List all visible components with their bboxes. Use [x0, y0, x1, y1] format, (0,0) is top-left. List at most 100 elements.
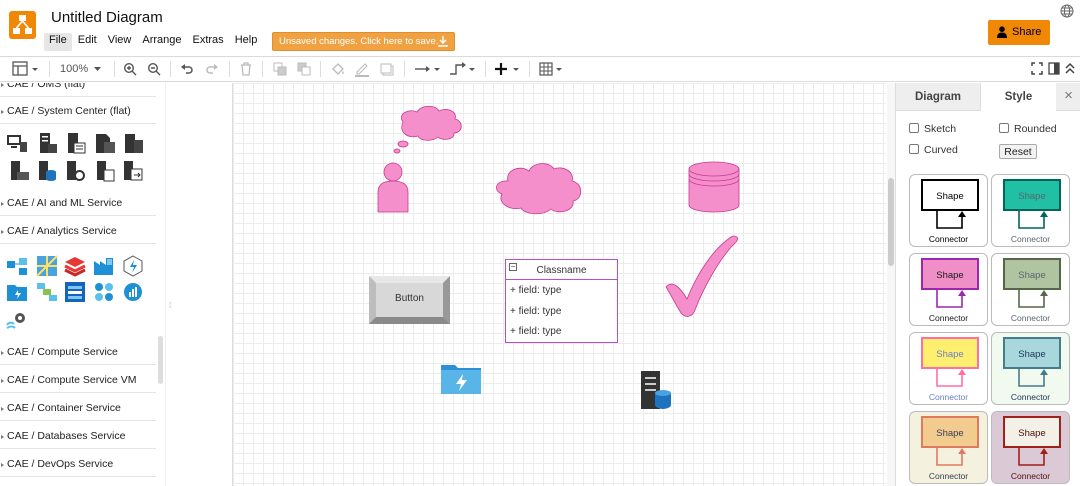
- thought-bubble-shape[interactable]: [391, 105, 469, 160]
- sketch-label: Sketch: [924, 123, 957, 135]
- style-preset-4[interactable]: Shape Connector: [991, 253, 1070, 326]
- reset-button[interactable]: Reset: [999, 144, 1037, 159]
- unsaved-changes-button[interactable]: Unsaved changes. Click here to save.: [272, 32, 455, 51]
- connection-icon[interactable]: [414, 61, 442, 77]
- server-file-icon[interactable]: [94, 160, 116, 182]
- section-cae-compute[interactable]: CAE / Compute Service: [0, 341, 156, 365]
- delete-icon[interactable]: [240, 61, 252, 77]
- checkbox-box[interactable]: [909, 144, 919, 154]
- menu-help[interactable]: Help: [230, 33, 263, 51]
- analytics-layers-icon[interactable]: [64, 255, 86, 277]
- tab-style[interactable]: Style: [981, 83, 1056, 111]
- header: Untitled Diagram File Edit View Arrange …: [0, 0, 1080, 56]
- menu-edit[interactable]: Edit: [73, 33, 102, 51]
- cloud-shape[interactable]: [494, 159, 584, 222]
- section-cae-container[interactable]: CAE / Container Service: [0, 397, 156, 421]
- server-database-shape[interactable]: [639, 369, 673, 414]
- preset-shape: Shape: [1003, 258, 1061, 290]
- style-preset-2[interactable]: Shape Connector: [991, 174, 1070, 247]
- button-shape[interactable]: Button: [369, 276, 450, 324]
- fill-color-icon[interactable]: [331, 61, 345, 77]
- preset-connector-label: Connector: [928, 392, 969, 402]
- checkbox-box[interactable]: [909, 123, 919, 133]
- to-back-icon[interactable]: [297, 61, 311, 77]
- class-field-3[interactable]: + field: type: [510, 326, 561, 337]
- menu-extras[interactable]: Extras: [188, 33, 229, 51]
- class-field-1[interactable]: + field: type: [510, 285, 561, 296]
- server-desktop-icon[interactable]: [8, 160, 30, 182]
- to-front-icon[interactable]: [273, 61, 287, 77]
- style-preset-1[interactable]: Shape Connector: [909, 174, 988, 247]
- checkbox-box[interactable]: [999, 123, 1009, 133]
- section-cae-devops[interactable]: CAE / DevOps Service: [0, 453, 156, 477]
- line-color-icon[interactable]: [355, 61, 369, 77]
- globe-icon[interactable]: [1060, 4, 1074, 18]
- analytics-nodes-icon[interactable]: [93, 281, 115, 303]
- canvas-scroll-thumb[interactable]: [888, 178, 894, 266]
- insert-icon[interactable]: [494, 61, 522, 77]
- server-doc-icon[interactable]: [94, 132, 116, 154]
- analytics-grid-icon[interactable]: [36, 255, 58, 277]
- server-arrow-icon[interactable]: [122, 160, 144, 182]
- menu-arrange[interactable]: Arrange: [137, 33, 186, 51]
- server-gear-icon[interactable]: [64, 160, 86, 182]
- analytics-folder-icon[interactable]: [6, 281, 28, 303]
- server-stack-icon[interactable]: [36, 132, 58, 154]
- undo-icon[interactable]: [180, 61, 194, 77]
- section-cae-system-center[interactable]: CAE / System Center (flat): [0, 100, 156, 124]
- menu-file[interactable]: File: [44, 33, 72, 51]
- analytics-factory-icon[interactable]: [93, 255, 115, 277]
- redo-icon[interactable]: [205, 61, 219, 77]
- waypoints-icon[interactable]: [449, 61, 477, 77]
- analytics-gear-cloud-icon[interactable]: [6, 309, 28, 331]
- style-preset-8[interactable]: Shape Connector: [991, 411, 1070, 484]
- server-database-icon[interactable]: [36, 160, 58, 182]
- section-cae-oms[interactable]: CAE / OMS (flat): [0, 83, 156, 97]
- close-panel-icon[interactable]: ×: [1056, 83, 1080, 111]
- table-icon[interactable]: [539, 61, 567, 77]
- checkmark-shape[interactable]: [663, 233, 738, 320]
- sidebar-scrollbar[interactable]: [158, 336, 163, 384]
- collapse-icon[interactable]: [1065, 61, 1075, 77]
- database-cylinder-shape[interactable]: [688, 161, 740, 216]
- menu-view[interactable]: View: [103, 33, 137, 51]
- analytics-stream-icon[interactable]: [64, 281, 86, 303]
- format-panel-toggle-icon[interactable]: [12, 61, 40, 77]
- section-cae-analytics[interactable]: CAE / Analytics Service: [0, 220, 156, 244]
- analytics-hexagon-icon[interactable]: [122, 255, 144, 277]
- server-list-icon[interactable]: [64, 132, 86, 154]
- sidebar-splitter[interactable]: ⁞: [165, 83, 232, 486]
- actor-shape[interactable]: [375, 162, 411, 216]
- style-preset-3[interactable]: Shape Connector: [909, 253, 988, 326]
- tab-diagram[interactable]: Diagram: [896, 83, 981, 111]
- analytics-chart-icon[interactable]: [122, 281, 144, 303]
- section-cae-compute-vm[interactable]: CAE / Compute Service VM: [0, 369, 156, 393]
- rounded-checkbox[interactable]: Rounded: [999, 123, 1057, 135]
- class-field-2[interactable]: + field: type: [510, 306, 561, 317]
- monitor-server-icon[interactable]: [6, 132, 28, 154]
- diagram-title[interactable]: Untitled Diagram: [51, 9, 163, 26]
- data-factory-icon[interactable]: [6, 255, 28, 277]
- zoom-in-icon[interactable]: [123, 61, 137, 77]
- canvas-scrollbar[interactable]: [887, 83, 895, 486]
- shadow-icon[interactable]: [380, 61, 394, 77]
- section-cae-databases[interactable]: CAE / Databases Service: [0, 425, 156, 449]
- curved-checkbox[interactable]: Curved: [909, 144, 958, 156]
- server-blocks-icon[interactable]: [122, 132, 144, 154]
- app-logo[interactable]: [9, 11, 36, 39]
- zoom-out-icon[interactable]: [147, 61, 161, 77]
- style-preset-6[interactable]: Shape Connector: [991, 332, 1070, 405]
- analytics-pipeline-icon[interactable]: [36, 281, 58, 303]
- style-preset-7[interactable]: Shape Connector: [909, 411, 988, 484]
- share-button[interactable]: Share: [988, 20, 1050, 45]
- function-folder-shape[interactable]: [441, 362, 481, 397]
- zoom-select[interactable]: 100%: [60, 63, 105, 79]
- panel-toggle-icon[interactable]: [1048, 61, 1060, 77]
- diagram-canvas[interactable]: Button − Classname + field: type + field…: [232, 83, 886, 486]
- preset-connector-icon: [1018, 209, 1048, 229]
- class-shape[interactable]: − Classname + field: type + field: type …: [505, 259, 618, 343]
- sketch-checkbox[interactable]: Sketch: [909, 123, 956, 135]
- style-preset-5[interactable]: Shape Connector: [909, 332, 988, 405]
- section-cae-ai-ml[interactable]: CAE / AI and ML Service: [0, 192, 156, 216]
- fullscreen-icon[interactable]: [1031, 61, 1043, 77]
